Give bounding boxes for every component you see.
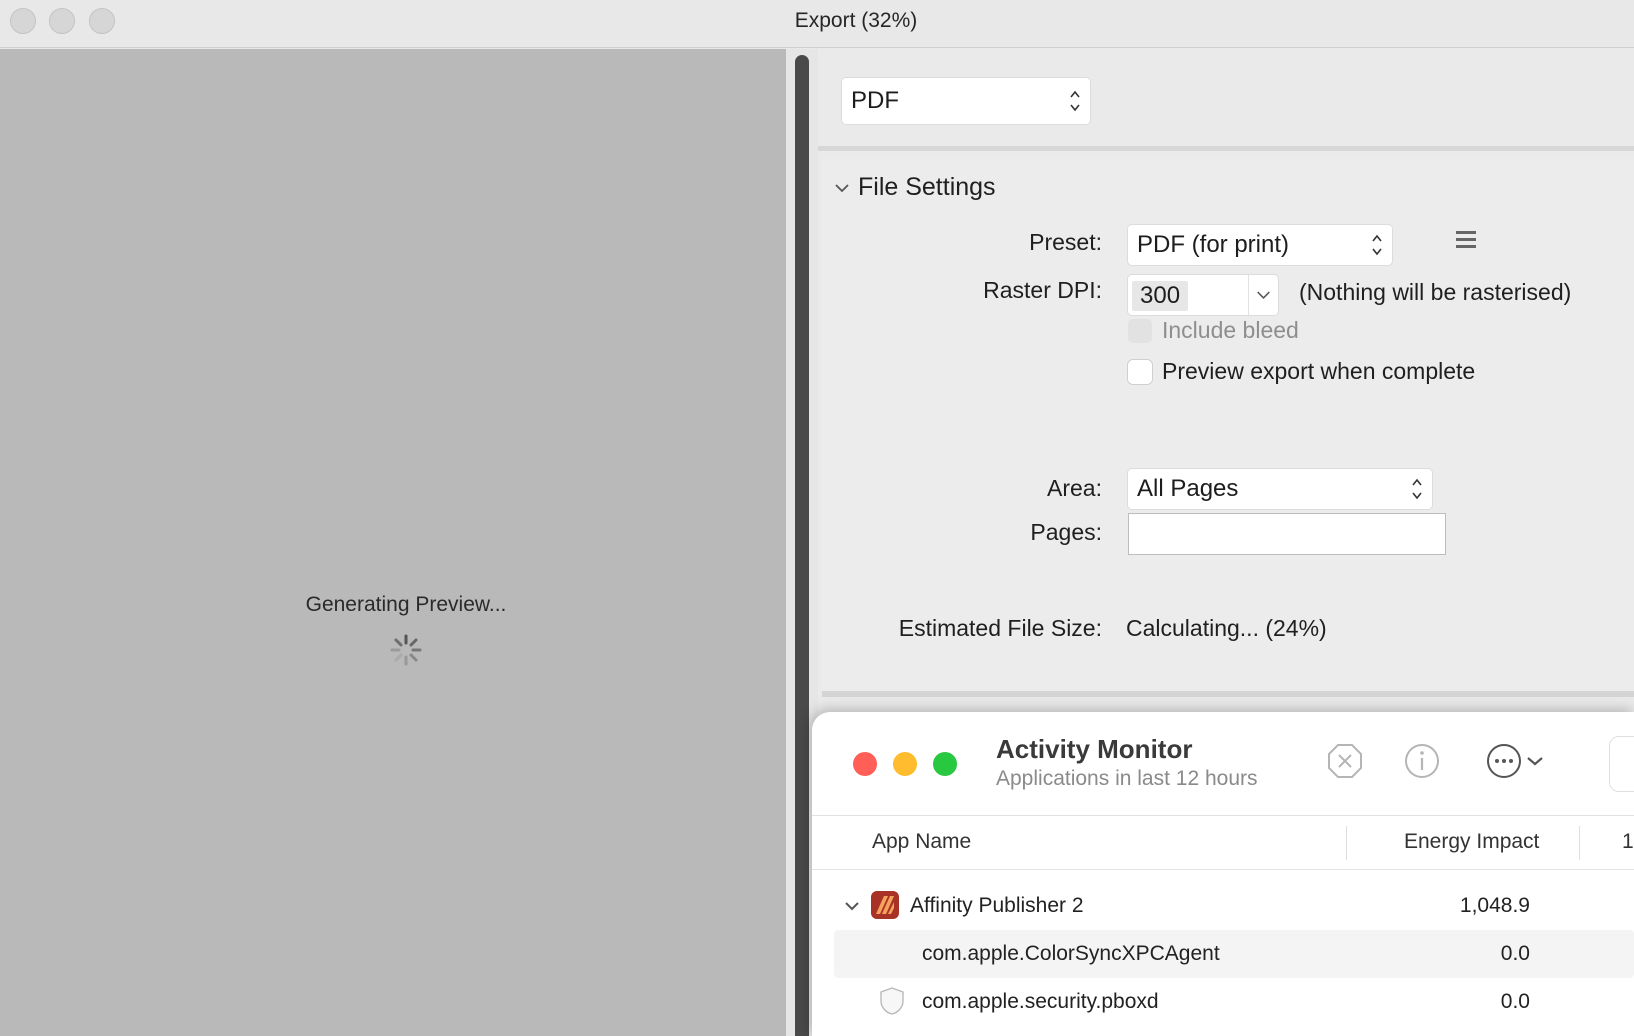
export-title-bar: Export (32%) bbox=[0, 0, 1634, 48]
chevron-down-icon[interactable] bbox=[834, 182, 850, 194]
chevron-down-icon[interactable] bbox=[1524, 742, 1546, 780]
area-label: Area: bbox=[1047, 475, 1102, 501]
activity-monitor-subtitle: Applications in last 12 hours bbox=[996, 767, 1258, 790]
pages-input[interactable] bbox=[1128, 513, 1446, 555]
up-down-arrows-icon bbox=[1412, 478, 1422, 500]
spinner-icon bbox=[390, 634, 422, 666]
activity-monitor-title: Activity Monitor bbox=[996, 734, 1193, 764]
up-down-arrows-icon bbox=[1070, 90, 1080, 112]
format-select-value: PDF bbox=[851, 87, 899, 114]
am-minimize-button[interactable] bbox=[893, 752, 917, 776]
window-title: Export (32%) bbox=[794, 9, 918, 32]
affinity-publisher-icon bbox=[871, 891, 899, 919]
app-name: com.apple.ColorSyncXPCAgent bbox=[922, 942, 1220, 965]
splitter-handle[interactable] bbox=[795, 55, 809, 1036]
preview-pane: Generating Preview... bbox=[0, 49, 786, 1036]
preview-export-checkbox[interactable] bbox=[1128, 360, 1152, 384]
file-settings-section: File Settings Preset: PDF (for print) Ra… bbox=[822, 157, 1634, 697]
file-size-value: Calculating... (24%) bbox=[1126, 615, 1327, 641]
area-select-value: All Pages bbox=[1137, 475, 1239, 502]
am-zoom-button[interactable] bbox=[933, 752, 957, 776]
raster-dpi-combo[interactable]: 300 bbox=[1128, 275, 1278, 315]
chevron-down-icon[interactable] bbox=[1248, 275, 1278, 315]
app-name: com.apple.security.pboxd bbox=[922, 990, 1159, 1013]
area-select[interactable]: All Pages bbox=[1128, 469, 1432, 509]
column-divider[interactable] bbox=[1346, 826, 1347, 860]
hamburger-menu-icon[interactable] bbox=[1454, 229, 1478, 251]
table-row[interactable]: com.apple.ColorSyncXPCAgent 0.0 bbox=[834, 930, 1634, 978]
energy-value: 1,048.9 bbox=[1459, 894, 1530, 917]
format-section: PDF bbox=[818, 49, 1634, 151]
preview-export-label: Preview export when complete bbox=[1162, 358, 1476, 384]
include-bleed-label: Include bleed bbox=[1162, 317, 1299, 343]
search-field[interactable] bbox=[1609, 736, 1634, 792]
info-icon[interactable] bbox=[1403, 742, 1441, 780]
raster-dpi-label: Raster DPI: bbox=[983, 277, 1102, 303]
chevron-down-icon[interactable] bbox=[844, 900, 860, 912]
activity-monitor-window: Activity Monitor Applications in last 12… bbox=[812, 712, 1634, 1036]
include-bleed-checkbox[interactable] bbox=[1128, 319, 1152, 343]
col-next[interactable]: 1 bbox=[1622, 830, 1634, 854]
more-options-icon[interactable] bbox=[1485, 742, 1523, 780]
raster-note: (Nothing will be rasterised) bbox=[1299, 279, 1572, 305]
up-down-arrows-icon bbox=[1372, 234, 1382, 256]
table-row[interactable]: com.apple.security.pboxd 0.0 bbox=[834, 978, 1634, 1026]
raster-dpi-value[interactable]: 300 bbox=[1132, 281, 1189, 311]
pages-label: Pages: bbox=[1030, 519, 1102, 545]
col-app-name[interactable]: App Name bbox=[872, 830, 971, 854]
stop-process-icon[interactable] bbox=[1326, 742, 1364, 780]
am-close-button[interactable] bbox=[853, 752, 877, 776]
activity-monitor-toolbar: Activity Monitor Applications in last 12… bbox=[812, 712, 1634, 816]
table-row[interactable]: Affinity Publisher 2 1,048.9 bbox=[834, 882, 1634, 930]
section-title: File Settings bbox=[858, 173, 996, 201]
energy-value: 0.0 bbox=[1500, 990, 1530, 1013]
format-select[interactable]: PDF bbox=[842, 78, 1090, 124]
app-name: Affinity Publisher 2 bbox=[910, 894, 1084, 917]
preset-select-value: PDF (for print) bbox=[1137, 231, 1290, 258]
preview-status: Generating Preview... bbox=[305, 593, 507, 616]
file-size-label: Estimated File Size: bbox=[898, 615, 1102, 641]
column-divider[interactable] bbox=[1579, 826, 1580, 860]
preset-select[interactable]: PDF (for print) bbox=[1128, 225, 1392, 265]
shield-icon bbox=[880, 987, 904, 1015]
col-energy-impact[interactable]: Energy Impact bbox=[1404, 830, 1539, 854]
preset-label: Preset: bbox=[1029, 229, 1102, 255]
table-header: App Name Energy Impact 1 bbox=[812, 816, 1634, 870]
energy-value: 0.0 bbox=[1500, 942, 1530, 965]
